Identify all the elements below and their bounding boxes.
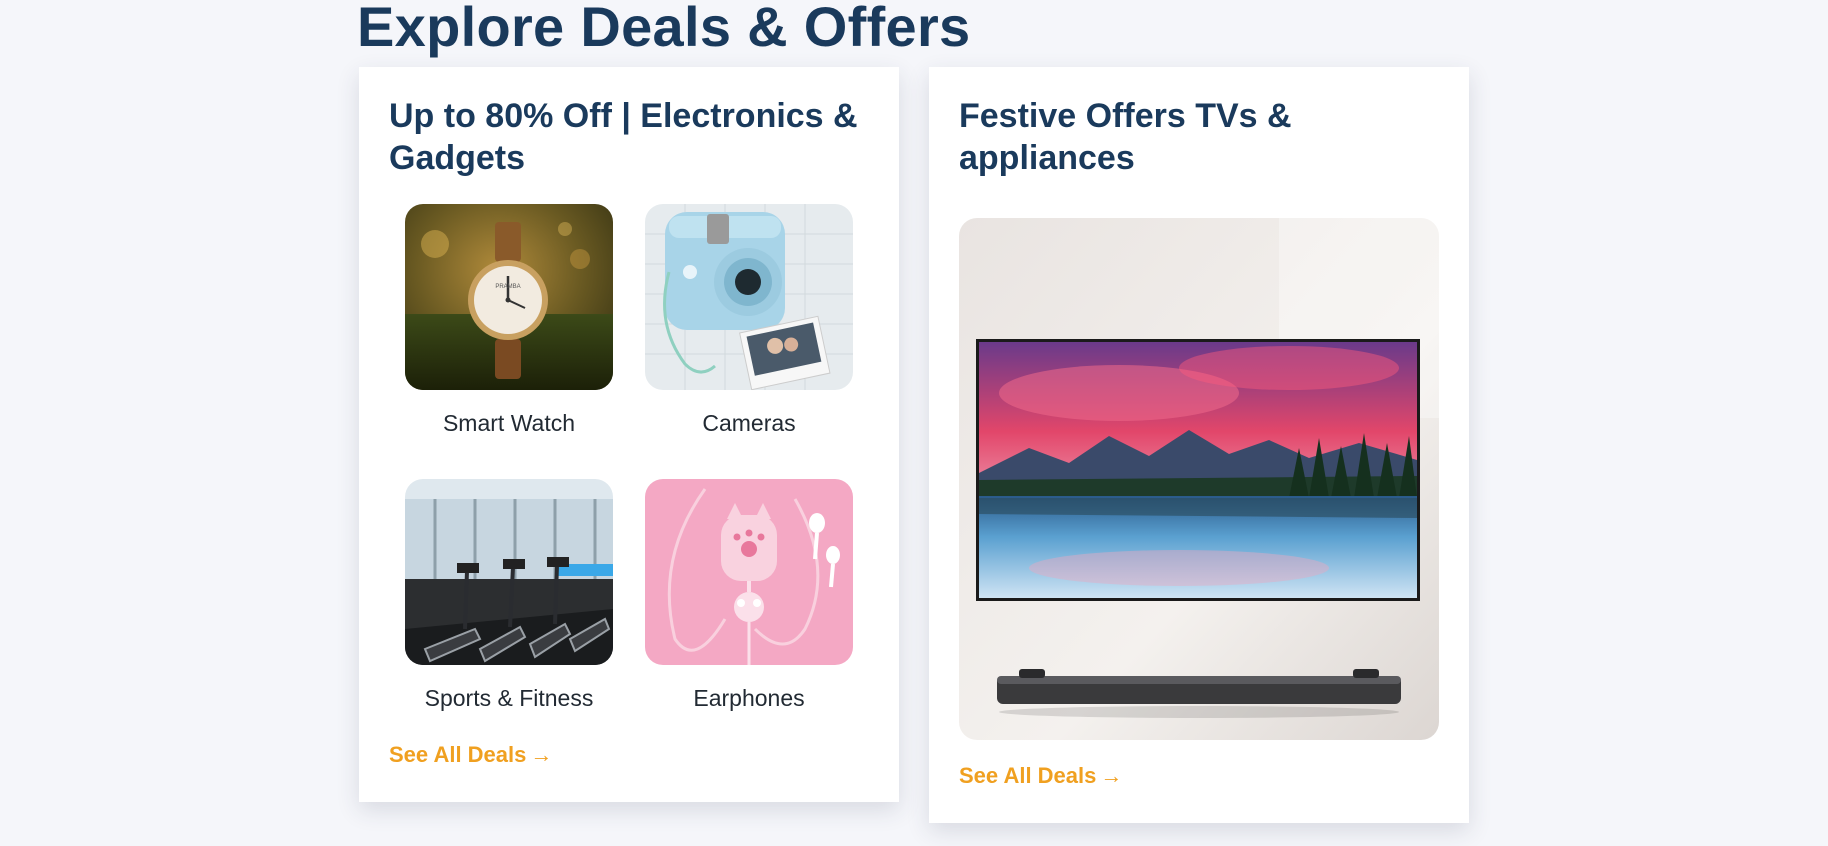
see-all-deals-link[interactable]: See All Deals → bbox=[959, 763, 1122, 789]
see-all-label: See All Deals bbox=[389, 742, 527, 767]
arrow-right-icon: → bbox=[1100, 763, 1123, 788]
deal-card-electronics: Up to 80% Off | Electronics & Gadgets PR… bbox=[359, 67, 899, 802]
tile-smart-watch[interactable]: PRAMBA Smart Watch bbox=[405, 204, 613, 437]
tile-label: Earphones bbox=[693, 685, 805, 711]
tile-sports-fitness[interactable]: Sports & Fitness bbox=[405, 479, 613, 712]
tile-label: Cameras bbox=[702, 410, 796, 436]
see-all-label: See All Deals bbox=[959, 763, 1097, 788]
arrow-right-icon: → bbox=[530, 742, 553, 767]
see-all-deals-link[interactable]: See All Deals → bbox=[389, 742, 552, 768]
card-title: Up to 80% Off | Electronics & Gadgets bbox=[389, 97, 858, 177]
tile-cameras[interactable]: Cameras bbox=[645, 204, 853, 437]
camera-image[interactable] bbox=[645, 204, 853, 390]
deals-page: Explore Deals & Offers Up to 80% Off | E… bbox=[0, 0, 1828, 846]
tile-label: Smart Watch bbox=[442, 410, 576, 436]
watch-image[interactable]: PRAMBA bbox=[405, 204, 613, 390]
deal-card-tvs: Festive Offers TVs & appliances See All … bbox=[929, 67, 1469, 823]
card-title: Festive Offers TVs & appliances bbox=[959, 97, 1292, 177]
section-title: Explore Deals & Offers bbox=[357, 0, 971, 58]
tv-image[interactable] bbox=[959, 218, 1439, 740]
earphones-image[interactable] bbox=[645, 479, 853, 665]
gym-image[interactable] bbox=[405, 479, 613, 665]
svg-text:PRAMBA: PRAMBA bbox=[495, 284, 520, 290]
tile-label: Sports & Fitness bbox=[424, 685, 594, 711]
tile-earphones[interactable]: Earphones bbox=[645, 479, 853, 712]
